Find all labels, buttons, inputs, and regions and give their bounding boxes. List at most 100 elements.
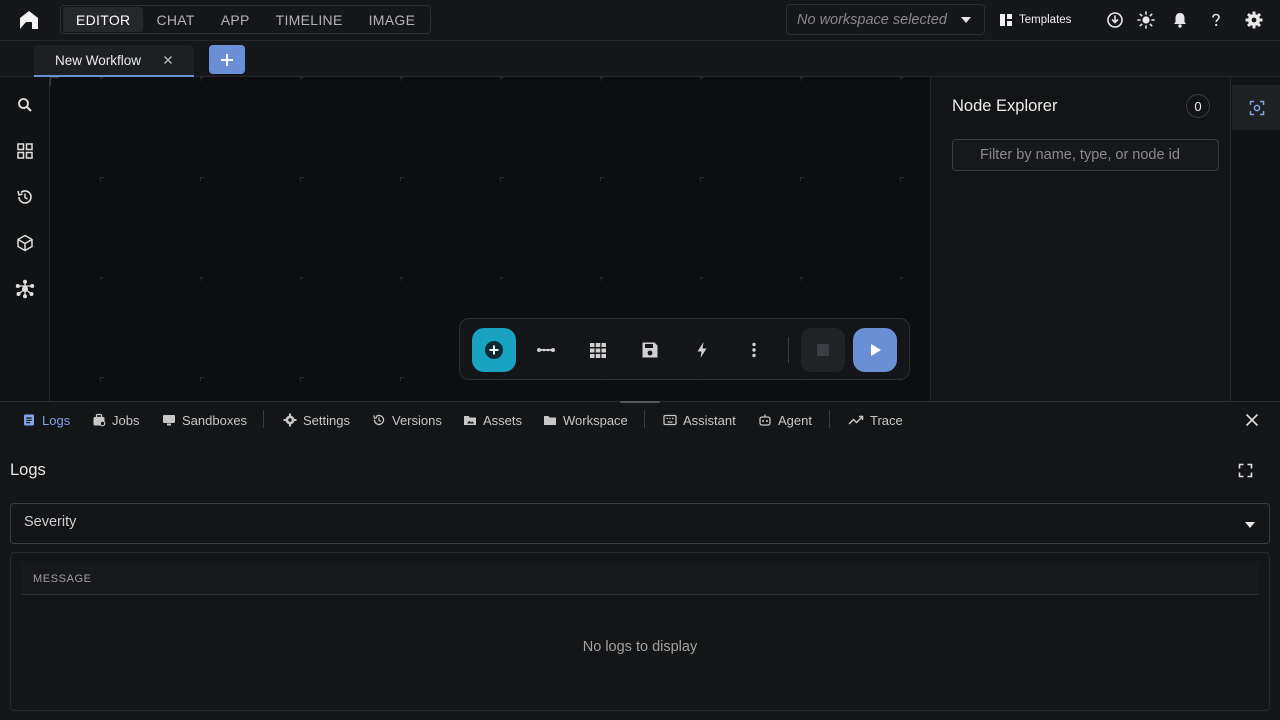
tab-assistant-label: Assistant (683, 412, 736, 428)
tab-logs[interactable]: Logs (22, 411, 70, 429)
mode-chat[interactable]: CHAT (143, 7, 207, 32)
add-tab-button[interactable] (209, 45, 245, 74)
mode-app[interactable]: APP (208, 7, 263, 32)
bottom-panel: Logs Jobs Sandboxes Settings Versions As… (0, 401, 1280, 720)
severity-select[interactable]: Severity (10, 503, 1270, 544)
node-explorer-toggle[interactable] (1232, 85, 1280, 130)
tab-divider (829, 410, 830, 428)
logs-table-header: MESSAGE (21, 563, 1259, 595)
logs-table: MESSAGE No logs to display (10, 552, 1270, 711)
node-count-badge: 0 (1186, 94, 1210, 118)
logs-icon (22, 413, 36, 427)
versions-history-icon (372, 413, 386, 427)
tab-trace-label: Trace (870, 412, 903, 428)
left-rail (0, 77, 50, 401)
templates-icon (1000, 14, 1012, 26)
mode-editor[interactable]: EDITOR (63, 7, 144, 32)
workflow-tab-label: New Workflow (55, 52, 142, 68)
node-explorer-panel: Node Explorer 0 (930, 77, 1230, 401)
tab-sandboxes[interactable]: Sandboxes (162, 411, 247, 429)
nodes-icon[interactable] (15, 279, 35, 299)
connect-button[interactable] (524, 328, 568, 372)
tab-assets-label: Assets (483, 412, 523, 428)
tab-workspace-label: Workspace (563, 412, 628, 428)
mode-image[interactable]: IMAGE (356, 7, 429, 32)
stop-button[interactable] (801, 328, 845, 372)
connect-icon (535, 339, 557, 361)
templates-label: Templates (1019, 14, 1072, 26)
gear-icon[interactable] (1244, 10, 1264, 30)
cube-icon[interactable] (15, 233, 35, 253)
help-icon[interactable] (1206, 10, 1226, 30)
tab-settings-label: Settings (303, 412, 350, 428)
tab-jobs-label: Jobs (112, 412, 140, 428)
mode-timeline[interactable]: TIMELINE (263, 7, 356, 32)
quick-action-button[interactable] (680, 328, 724, 372)
grid-icon[interactable] (15, 141, 35, 161)
close-panel-icon[interactable] (1244, 412, 1260, 428)
tab-settings[interactable]: Settings (283, 411, 350, 429)
close-tab-icon[interactable] (162, 54, 174, 66)
stop-icon (816, 343, 830, 357)
lightning-icon (691, 339, 713, 361)
folder-image-icon (463, 413, 477, 427)
plus-icon (220, 53, 234, 67)
focus-scan-icon (1249, 100, 1265, 116)
search-icon[interactable] (15, 95, 35, 115)
more-vertical-icon (743, 339, 765, 361)
folder-icon (543, 413, 557, 427)
sun-icon[interactable] (1136, 10, 1156, 30)
bottom-tabs: Logs Jobs Sandboxes Settings Versions As… (0, 402, 1280, 438)
app-logo-icon[interactable] (18, 9, 40, 31)
bell-icon[interactable] (1170, 10, 1190, 30)
more-options-button[interactable] (732, 328, 776, 372)
tab-sandboxes-label: Sandboxes (182, 412, 248, 428)
tab-divider (263, 410, 264, 428)
chevron-down-icon (961, 17, 971, 23)
tab-agent[interactable]: Agent (758, 411, 812, 429)
tab-versions[interactable]: Versions (372, 411, 442, 429)
layout-button[interactable] (576, 328, 620, 372)
column-message: MESSAGE (33, 573, 92, 585)
canvas-toolbar (459, 318, 910, 380)
jobs-icon (92, 413, 106, 427)
workspace-select[interactable]: No workspace selected (786, 4, 985, 35)
workflow-tab[interactable]: New Workflow (34, 45, 194, 77)
node-explorer-title: Node Explorer (952, 97, 1058, 115)
tab-workspace[interactable]: Workspace (543, 411, 628, 429)
node-filter-input[interactable] (952, 139, 1219, 171)
trend-line-icon (848, 413, 864, 427)
fullscreen-icon[interactable] (1238, 463, 1253, 478)
download-icon[interactable] (1105, 10, 1125, 30)
right-rail (1230, 77, 1280, 401)
save-icon (639, 339, 661, 361)
tab-logs-label: Logs (42, 412, 71, 428)
tab-jobs[interactable]: Jobs (92, 411, 139, 429)
save-button[interactable] (628, 328, 672, 372)
keyboard-icon (663, 413, 677, 427)
settings-gear-icon (283, 413, 297, 427)
add-node-button[interactable] (472, 328, 516, 372)
tab-agent-label: Agent (778, 412, 812, 428)
chevron-down-icon (1245, 522, 1255, 528)
play-icon (867, 342, 883, 358)
monitor-icon (162, 413, 176, 427)
history-icon[interactable] (15, 187, 35, 207)
logs-title: Logs (10, 461, 46, 479)
top-bar: EDITOR CHAT APP TIMELINE IMAGE No worksp… (0, 0, 1280, 41)
empty-logs-message: No logs to display (582, 639, 698, 655)
tab-assets[interactable]: Assets (463, 411, 522, 429)
tab-versions-label: Versions (392, 412, 442, 428)
workflow-tab-bar: New Workflow (0, 41, 1280, 77)
workflow-canvas[interactable] (50, 77, 930, 401)
mode-switcher: EDITOR CHAT APP TIMELINE IMAGE (60, 5, 432, 34)
tab-trace[interactable]: Trace (848, 411, 903, 429)
tab-divider (644, 410, 645, 428)
plus-circle-icon (483, 339, 505, 361)
toolbar-divider (788, 337, 789, 363)
run-button[interactable] (853, 328, 897, 372)
severity-label: Severity (24, 514, 77, 530)
tab-assistant[interactable]: Assistant (663, 411, 736, 429)
robot-icon (758, 413, 772, 427)
templates-button[interactable]: Templates (1000, 11, 1071, 29)
